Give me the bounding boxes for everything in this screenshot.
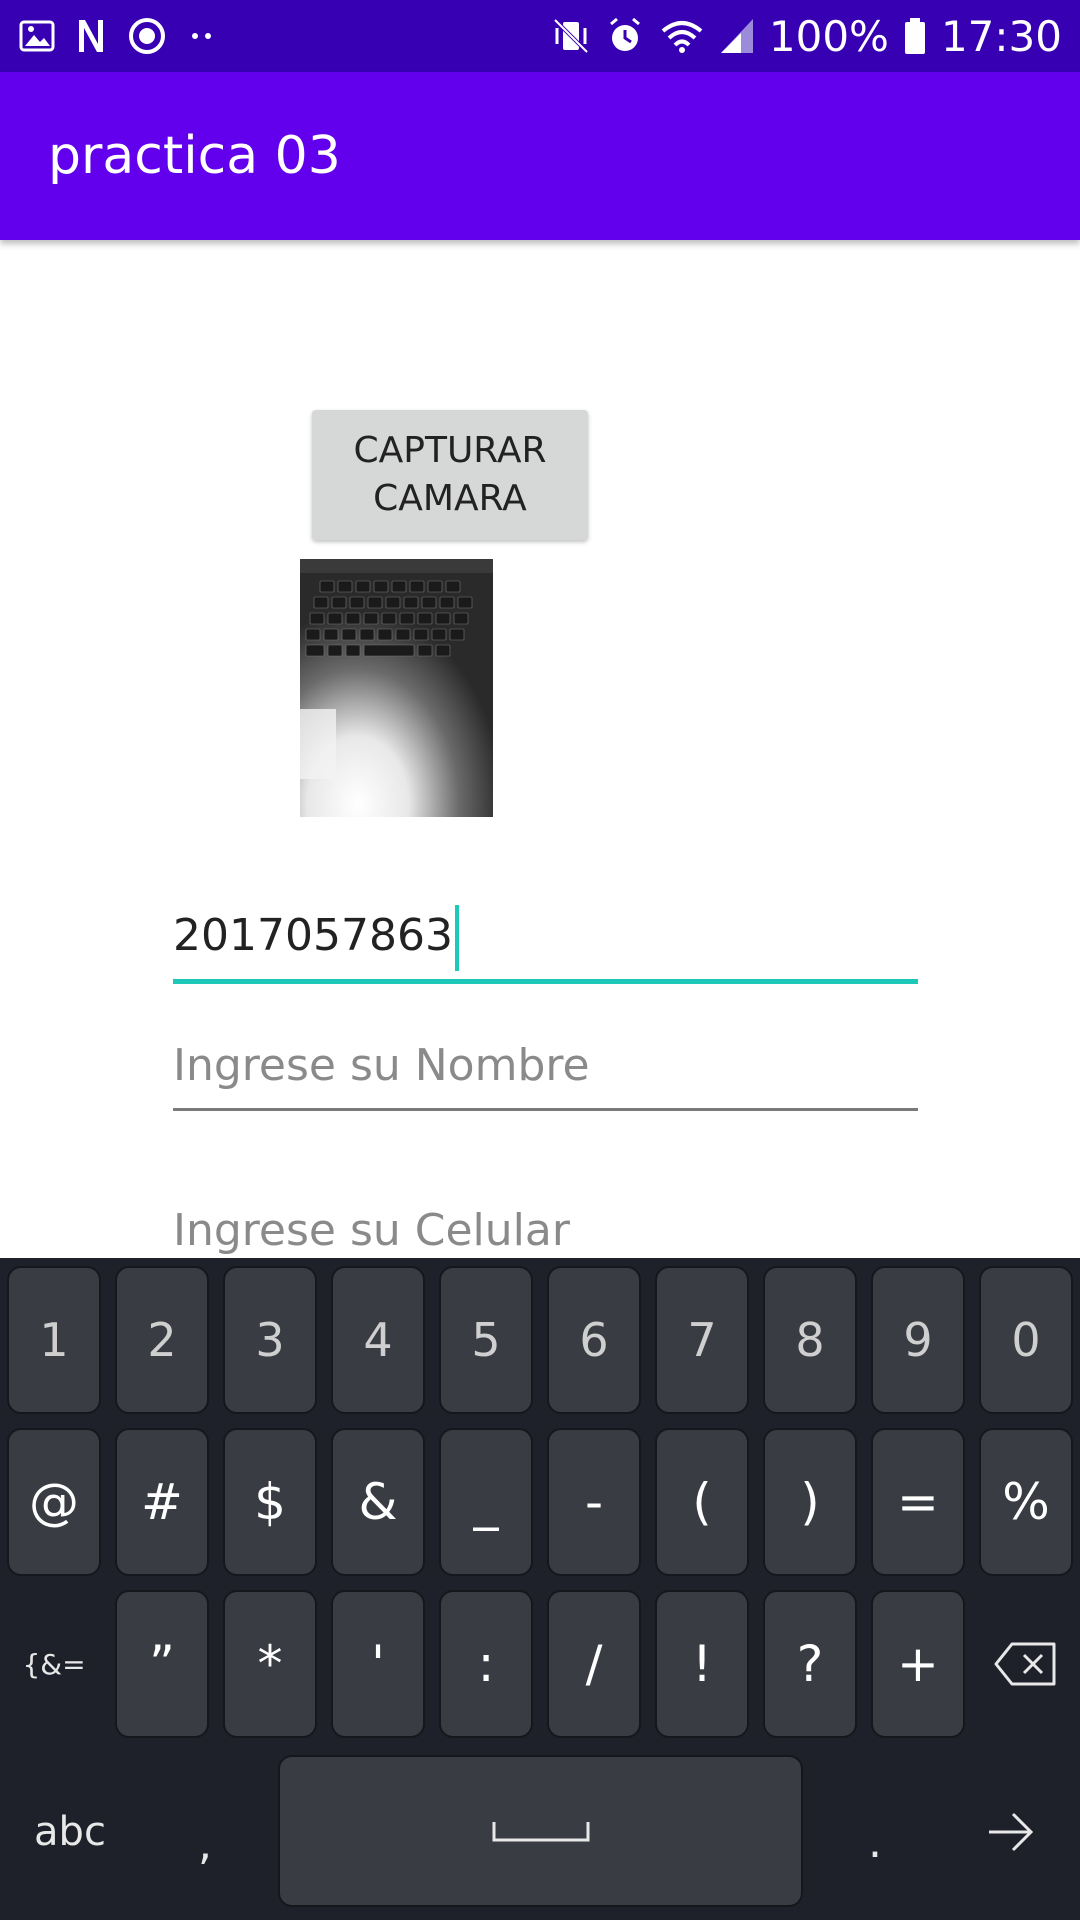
captured-photo [300, 559, 493, 817]
status-right-icons: 100% 17:30 [551, 0, 1062, 72]
text-cursor [454, 905, 459, 971]
key-period[interactable]: . [820, 1752, 930, 1912]
more-dots-icon [188, 30, 218, 42]
key-9[interactable]: 9 [871, 1266, 965, 1414]
key-1[interactable]: 1 [7, 1266, 101, 1414]
key-asterisk[interactable]: * [223, 1590, 317, 1738]
key-8[interactable]: 8 [763, 1266, 857, 1414]
status-bar: 100% 17:30 [0, 0, 1080, 72]
key-space[interactable] [278, 1755, 803, 1907]
key-2[interactable]: 2 [115, 1266, 209, 1414]
key-double-quote[interactable]: ” [115, 1590, 209, 1738]
key-5[interactable]: 5 [439, 1266, 533, 1414]
battery-percent: 100% [768, 11, 889, 61]
n-icon [76, 16, 106, 56]
key-equals[interactable]: = [871, 1428, 965, 1576]
key-4[interactable]: 4 [331, 1266, 425, 1414]
key-percent[interactable]: % [979, 1428, 1073, 1576]
next-arrow-icon[interactable] [950, 1752, 1072, 1912]
vibrate-icon [551, 16, 591, 56]
key-underscore[interactable]: _ [439, 1428, 533, 1576]
key-close-paren[interactable]: ) [763, 1428, 857, 1576]
key-question[interactable]: ? [763, 1590, 857, 1738]
key-3[interactable]: 3 [223, 1266, 317, 1414]
key-symbol-mode[interactable]: {&= [7, 1590, 101, 1738]
cellphone-input-placeholder: Ingrese su Celular [173, 1205, 570, 1255]
wifi-icon [659, 17, 705, 55]
status-left-icons [18, 0, 218, 72]
code-input-value: 2017057863 [173, 910, 453, 961]
key-0[interactable]: 0 [979, 1266, 1073, 1414]
key-slash[interactable]: / [547, 1590, 641, 1738]
key-apostrophe[interactable]: ' [331, 1590, 425, 1738]
cellphone-input[interactable]: Ingrese su Celular [173, 1205, 918, 1255]
symbol-keyboard: 1 2 3 4 5 6 7 8 9 0 @ # $ & _ - ( ) = % … [0, 1258, 1080, 1920]
key-minus[interactable]: - [547, 1428, 641, 1576]
capture-camera-button[interactable]: CAPTURAR CAMARA [312, 410, 588, 540]
key-exclamation[interactable]: ! [655, 1590, 749, 1738]
key-plus[interactable]: + [871, 1590, 965, 1738]
key-6[interactable]: 6 [547, 1266, 641, 1414]
app-bar: practica 03 [0, 72, 1080, 240]
backspace-icon[interactable] [979, 1590, 1073, 1738]
key-dollar[interactable]: $ [223, 1428, 317, 1576]
name-input[interactable]: Ingrese su Nombre [173, 1040, 918, 1111]
key-open-paren[interactable]: ( [655, 1428, 749, 1576]
key-7[interactable]: 7 [655, 1266, 749, 1414]
key-abc[interactable]: abc [7, 1752, 133, 1912]
code-input[interactable]: 2017057863 [173, 905, 918, 984]
key-comma[interactable]: , [150, 1752, 260, 1912]
battery-icon [903, 16, 927, 56]
status-time: 17:30 [940, 11, 1062, 61]
key-at[interactable]: @ [7, 1428, 101, 1576]
key-hash[interactable]: # [115, 1428, 209, 1576]
signal-icon [719, 17, 755, 55]
app-title: practica 03 [48, 126, 341, 186]
gallery-icon [18, 17, 56, 55]
key-ampersand[interactable]: & [331, 1428, 425, 1576]
alarm-icon [605, 16, 645, 56]
name-input-placeholder: Ingrese su Nombre [173, 1040, 590, 1091]
key-colon[interactable]: : [439, 1590, 533, 1738]
sync-icon [126, 15, 168, 57]
